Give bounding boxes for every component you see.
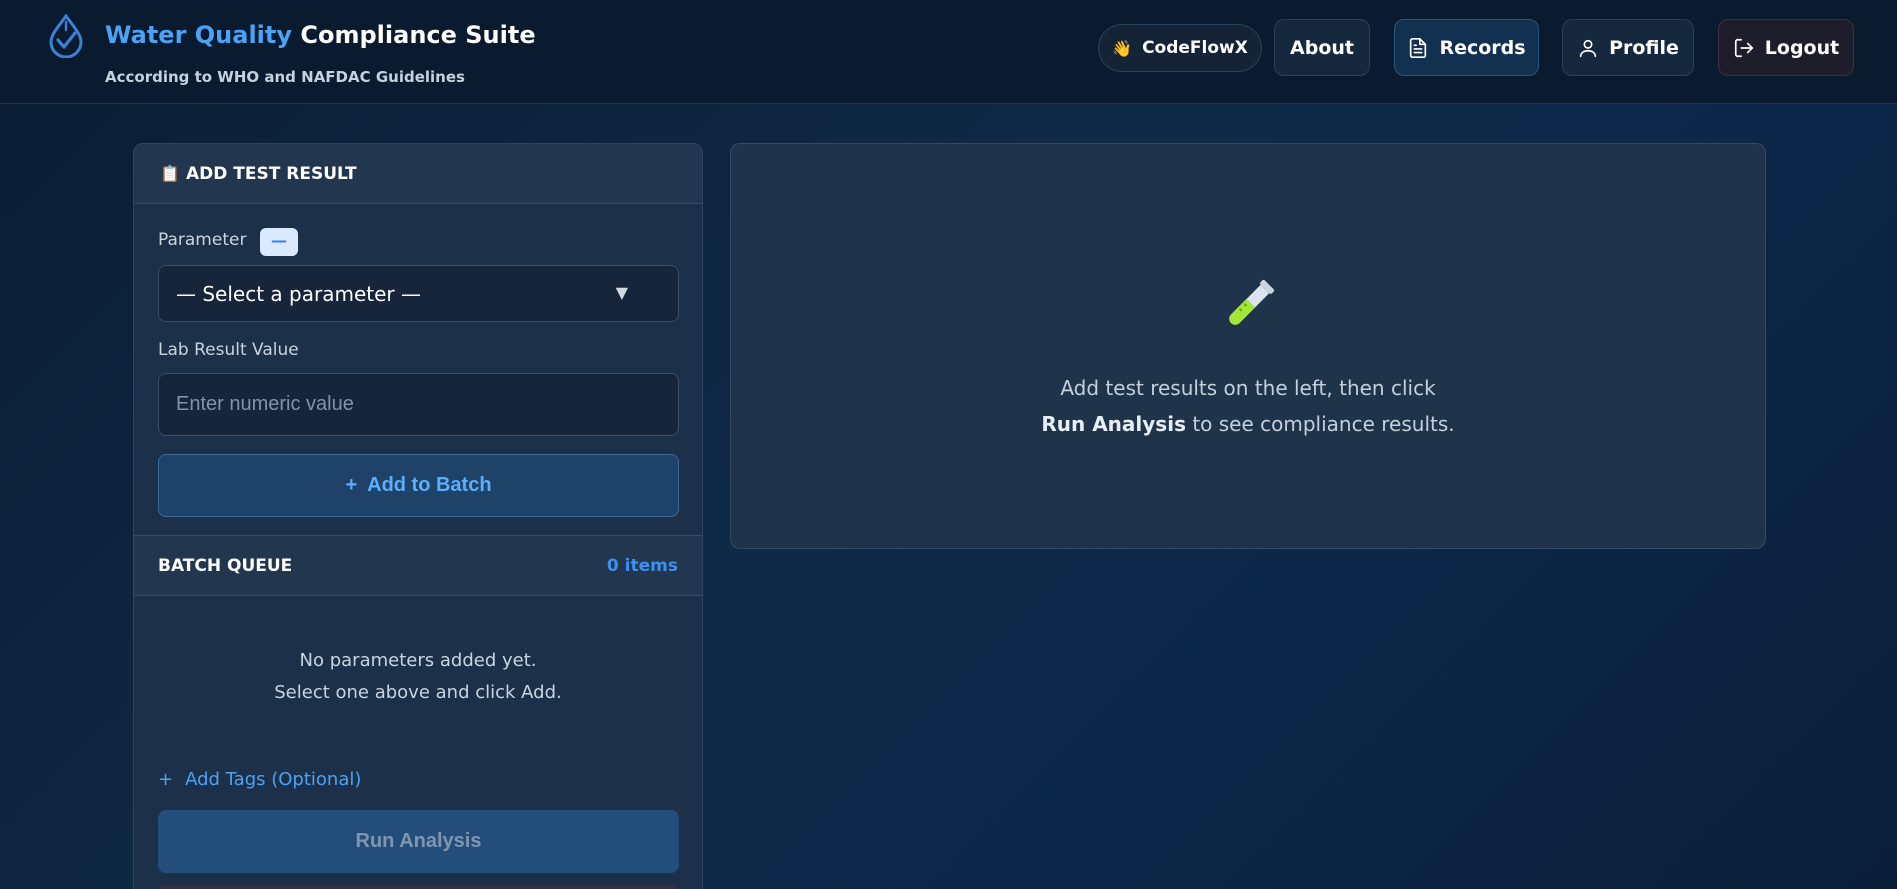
chevron-down-icon: ▼ xyxy=(615,283,628,302)
parameter-select[interactable]: — Select a parameter — ▼ xyxy=(158,265,679,322)
logout-label: Logout xyxy=(1764,36,1840,59)
profile-button[interactable]: Profile xyxy=(1562,19,1694,76)
parameter-select-value: — Select a parameter — xyxy=(176,281,421,306)
add-test-title: ADD TEST RESULT xyxy=(186,163,357,184)
empty-state-line-1: No parameters added yet. xyxy=(299,650,537,671)
about-label: About xyxy=(1290,36,1354,59)
lab-result-label: Lab Result Value xyxy=(158,340,299,360)
lab-result-input[interactable] xyxy=(158,373,679,436)
add-test-header: 📋 ADD TEST RESULT xyxy=(134,144,702,204)
results-hint-rest: to see compliance results. xyxy=(1185,412,1455,436)
logout-icon xyxy=(1734,38,1753,57)
run-analysis-label: Run Analysis xyxy=(355,830,482,852)
add-to-batch-button[interactable]: + Add to Batch xyxy=(158,454,679,517)
run-analysis-button[interactable]: Run Analysis xyxy=(158,810,679,873)
user-icon xyxy=(1579,39,1597,57)
app-title: Water Quality Compliance Suite xyxy=(105,21,536,49)
results-hint-line-1: Add test results on the left, then click xyxy=(1060,376,1436,400)
plus-icon: + xyxy=(345,474,358,496)
results-panel: Add test results on the left, then click… xyxy=(730,143,1766,549)
app-header: Water Quality Compliance Suite According… xyxy=(0,0,1897,104)
app-subtitle: According to WHO and NAFDAC Guidelines xyxy=(105,68,465,86)
parameter-label: Parameter xyxy=(158,230,247,250)
user-name-label: CodeFlowX xyxy=(1142,38,1248,58)
results-hint-bold: Run Analysis xyxy=(1041,412,1186,436)
batch-queue-empty-state: No parameters added yet. Select one abov… xyxy=(134,645,702,709)
user-badge-button[interactable]: 👋 CodeFlowX xyxy=(1098,24,1262,72)
add-tags-label: Add Tags (Optional) xyxy=(185,769,362,790)
plus-icon: + xyxy=(158,769,174,790)
about-button[interactable]: About xyxy=(1274,19,1370,76)
profile-label: Profile xyxy=(1609,36,1679,59)
document-icon xyxy=(1410,37,1427,58)
records-button[interactable]: Records xyxy=(1394,19,1539,76)
app-title-rest: Compliance Suite xyxy=(300,21,536,49)
logout-button[interactable]: Logout xyxy=(1718,19,1854,76)
results-hint-line-2: Run Analysis to see compliance results. xyxy=(731,406,1765,442)
app-title-accent: Water Quality xyxy=(105,21,293,49)
clipboard-icon: 📋 xyxy=(160,163,180,183)
secondary-button-partial[interactable] xyxy=(158,885,679,889)
results-hint: Add test results on the left, then click… xyxy=(731,370,1765,442)
records-label: Records xyxy=(1439,36,1526,59)
wave-icon: 👋 xyxy=(1112,38,1133,58)
test-tube-icon xyxy=(1229,279,1275,325)
add-to-batch-label: Add to Batch xyxy=(367,474,492,496)
parameter-unit-badge: — xyxy=(260,228,298,256)
batch-queue-header: BATCH QUEUE 0 items xyxy=(134,535,702,596)
empty-state-line-2: Select one above and click Add. xyxy=(274,682,562,703)
add-tags-link[interactable]: + Add Tags (Optional) xyxy=(158,769,361,790)
batch-queue-title: BATCH QUEUE xyxy=(158,555,293,576)
batch-queue-count: 0 items xyxy=(606,555,678,576)
water-drop-logo-icon xyxy=(49,14,83,58)
add-test-card: 📋 ADD TEST RESULT Parameter — — Select a… xyxy=(133,143,703,889)
